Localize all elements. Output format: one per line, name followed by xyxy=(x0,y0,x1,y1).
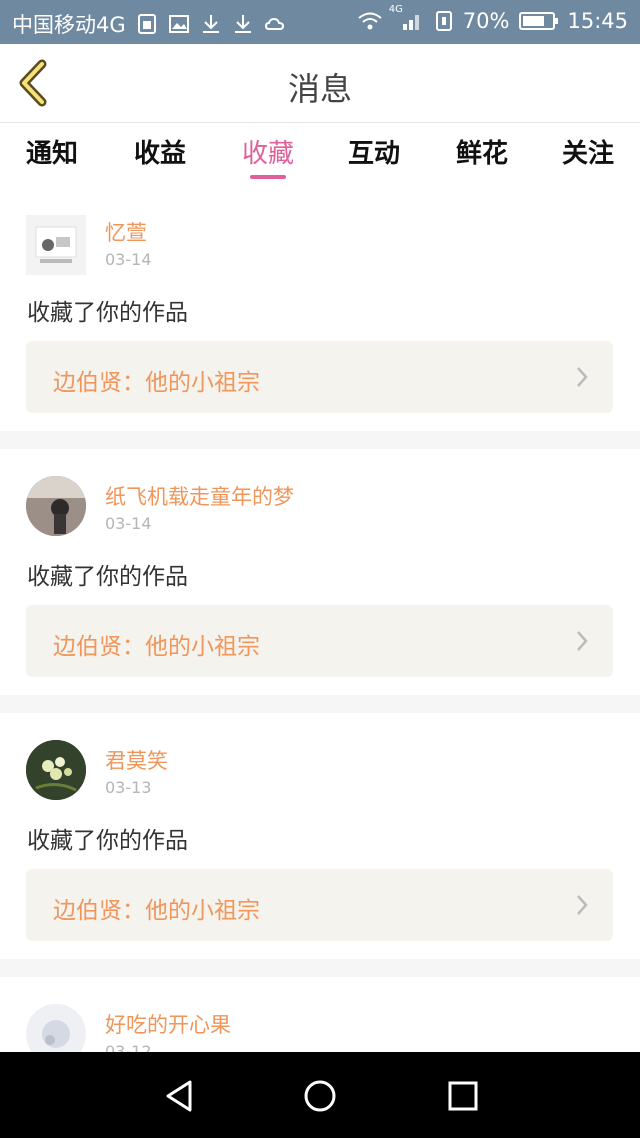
signal-icon: 4G xyxy=(389,4,423,32)
chevron-right-icon xyxy=(577,631,588,651)
list-item: 好吃的开心果 03-12 xyxy=(0,977,640,1052)
work-title: 边伯贤：他的小祖宗 xyxy=(53,634,260,660)
phone-info-icon xyxy=(433,10,455,32)
system-nav-bar xyxy=(0,1052,640,1138)
status-bar: 中国移动4G 4G 70% 15:45 xyxy=(0,0,640,44)
image-icon xyxy=(168,13,190,35)
list-item: 纸飞机载走童年的梦 03-14 收藏了你的作品 边伯贤：他的小祖宗 xyxy=(0,449,640,695)
work-title: 边伯贤：他的小祖宗 xyxy=(53,370,260,396)
tab-follows[interactable]: 关注 xyxy=(562,133,614,170)
item-date: 03-12 xyxy=(105,1042,152,1052)
wifi-icon xyxy=(357,10,382,32)
work-title: 边伯贤：他的小祖宗 xyxy=(53,898,260,924)
active-tab-indicator xyxy=(250,175,286,179)
avatar[interactable] xyxy=(26,1004,86,1052)
user-name[interactable]: 纸飞机载走童年的梦 xyxy=(105,481,294,511)
download-icon xyxy=(232,13,254,35)
tab-notifications[interactable]: 通知 xyxy=(26,133,78,170)
list-item: 忆萱 03-14 收藏了你的作品 边伯贤：他的小祖宗 xyxy=(0,185,640,431)
page-title: 消息 xyxy=(287,70,352,108)
user-name[interactable]: 君莫笑 xyxy=(105,745,168,775)
download-icon xyxy=(200,13,222,35)
network-badge: 4G xyxy=(388,4,403,15)
tab-favorites[interactable]: 收藏 xyxy=(242,133,294,170)
user-name[interactable]: 好吃的开心果 xyxy=(105,1009,231,1039)
triangle-back-icon[interactable] xyxy=(160,1076,200,1116)
action-text: 收藏了你的作品 xyxy=(27,300,188,326)
avatar[interactable] xyxy=(26,740,86,800)
item-date: 03-14 xyxy=(105,250,152,269)
tab-earnings[interactable]: 收益 xyxy=(134,133,186,170)
user-name[interactable]: 忆萱 xyxy=(105,217,147,247)
work-link[interactable]: 边伯贤：他的小祖宗 xyxy=(26,605,613,677)
app-header: 消息 xyxy=(0,44,640,123)
chevron-right-icon xyxy=(577,895,588,915)
work-link[interactable]: 边伯贤：他的小祖宗 xyxy=(26,869,613,941)
work-link[interactable]: 边伯贤：他的小祖宗 xyxy=(26,341,613,413)
tab-interactions[interactable]: 互动 xyxy=(348,133,400,170)
weather-icon xyxy=(264,13,286,35)
clock: 15:45 xyxy=(567,9,628,33)
square-recents-icon[interactable] xyxy=(443,1076,483,1116)
favorites-feed: 忆萱 03-14 收藏了你的作品 边伯贤：他的小祖宗 纸飞机载走童年的梦 03-… xyxy=(0,185,640,1052)
tab-flowers[interactable]: 鲜花 xyxy=(456,133,508,170)
item-date: 03-13 xyxy=(105,778,152,797)
action-text: 收藏了你的作品 xyxy=(27,564,188,590)
item-date: 03-14 xyxy=(105,514,152,533)
carrier-label: 中国移动4G xyxy=(12,13,126,37)
list-item: 君莫笑 03-13 收藏了你的作品 边伯贤：他的小祖宗 xyxy=(0,713,640,959)
action-text: 收藏了你的作品 xyxy=(27,828,188,854)
tab-bar: 通知 收益 收藏 互动 鲜花 关注 xyxy=(0,123,640,185)
avatar[interactable] xyxy=(26,215,86,275)
avatar[interactable] xyxy=(26,476,86,536)
circle-home-icon[interactable] xyxy=(300,1076,340,1116)
battery-percent: 70% xyxy=(462,9,510,33)
chevron-right-icon xyxy=(577,367,588,387)
battery-icon xyxy=(519,10,559,32)
sim-icon xyxy=(136,13,158,35)
